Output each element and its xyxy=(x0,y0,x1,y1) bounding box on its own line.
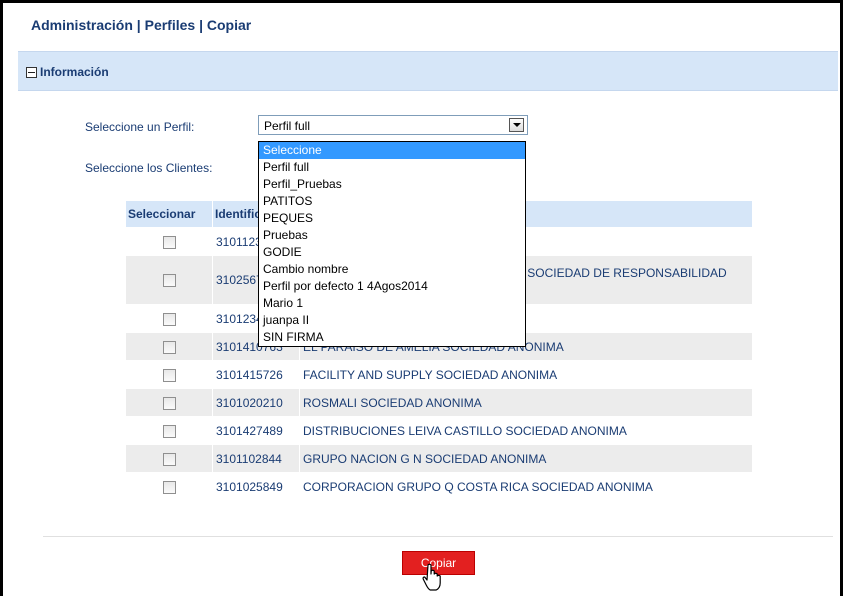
dropdown-option[interactable]: juanpa II xyxy=(259,312,525,329)
row-checkbox[interactable] xyxy=(162,424,176,438)
row-id: 3101020210 xyxy=(213,389,299,416)
table-row: 3101415726 FACILITY AND SUPPLY SOCIEDAD … xyxy=(126,361,752,388)
hand-pointer-icon xyxy=(422,563,441,591)
profile-select[interactable]: Perfil full xyxy=(258,115,528,135)
profile-dropdown-list[interactable]: Seleccione Perfil full Perfil_Pruebas PA… xyxy=(258,141,526,347)
row-id: 3101025849 xyxy=(213,473,299,500)
table-row: 3101102844 GRUPO NACION G N SOCIEDAD ANO… xyxy=(126,445,752,472)
row-checkbox[interactable] xyxy=(162,368,176,382)
table-row: 3101427489 DISTRIBUCIONES LEIVA CASTILLO… xyxy=(126,417,752,444)
row-name: GRUPO NACION G N SOCIEDAD ANONIMA xyxy=(300,445,752,472)
row-name: DISTRIBUCIONES LEIVA CASTILLO SOCIEDAD A… xyxy=(300,417,752,444)
minus-box-icon[interactable] xyxy=(26,67,37,78)
dropdown-option[interactable]: Seleccione xyxy=(259,142,525,159)
row-checkbox[interactable] xyxy=(162,312,176,326)
dropdown-option[interactable]: Perfil full xyxy=(259,159,525,176)
table-row: 3101025849 CORPORACION GRUPO Q COSTA RIC… xyxy=(126,473,752,500)
dropdown-option[interactable]: SIN FIRMA xyxy=(259,329,525,346)
row-id: 3101427489 xyxy=(213,417,299,444)
row-checkbox[interactable] xyxy=(162,274,176,288)
dropdown-option[interactable]: Mario 1 xyxy=(259,295,525,312)
dropdown-option[interactable]: Perfil por defecto 1 4Agos2014 xyxy=(259,278,525,295)
row-id: 3101415726 xyxy=(213,361,299,388)
row-checkbox[interactable] xyxy=(162,235,176,249)
dropdown-option[interactable]: PEQUES xyxy=(259,210,525,227)
header-select: Seleccionar xyxy=(126,201,212,227)
app-frame: Administración | Perfiles | Copiar Infor… xyxy=(0,0,843,596)
clients-label: Seleccione los Clientes: xyxy=(85,161,213,175)
row-checkbox[interactable] xyxy=(162,340,176,354)
profile-select-value: Perfil full xyxy=(264,119,311,133)
dropdown-option[interactable]: Perfil_Pruebas xyxy=(259,176,525,193)
dropdown-option[interactable]: Pruebas xyxy=(259,227,525,244)
row-name: ROSMALI SOCIEDAD ANONIMA xyxy=(300,389,752,416)
dropdown-option[interactable]: Cambio nombre xyxy=(259,261,525,278)
chevron-down-icon[interactable] xyxy=(509,118,524,132)
profile-label: Seleccione un Perfil: xyxy=(85,120,195,134)
row-name: CORPORACION GRUPO Q COSTA RICA SOCIEDAD … xyxy=(300,473,752,500)
row-checkbox[interactable] xyxy=(162,452,176,466)
row-id: 3101102844 xyxy=(213,445,299,472)
section-title: Información xyxy=(40,65,109,79)
row-checkbox[interactable] xyxy=(162,480,176,494)
table-row: 3101020210 ROSMALI SOCIEDAD ANONIMA xyxy=(126,389,752,416)
dropdown-option[interactable]: GODIE xyxy=(259,244,525,261)
row-checkbox[interactable] xyxy=(162,396,176,410)
section-header-informacion[interactable]: Información xyxy=(18,51,838,91)
breadcrumb: Administración | Perfiles | Copiar xyxy=(31,17,252,33)
row-name: FACILITY AND SUPPLY SOCIEDAD ANONIMA xyxy=(300,361,752,388)
divider xyxy=(43,536,833,537)
dropdown-option[interactable]: PATITOS xyxy=(259,193,525,210)
